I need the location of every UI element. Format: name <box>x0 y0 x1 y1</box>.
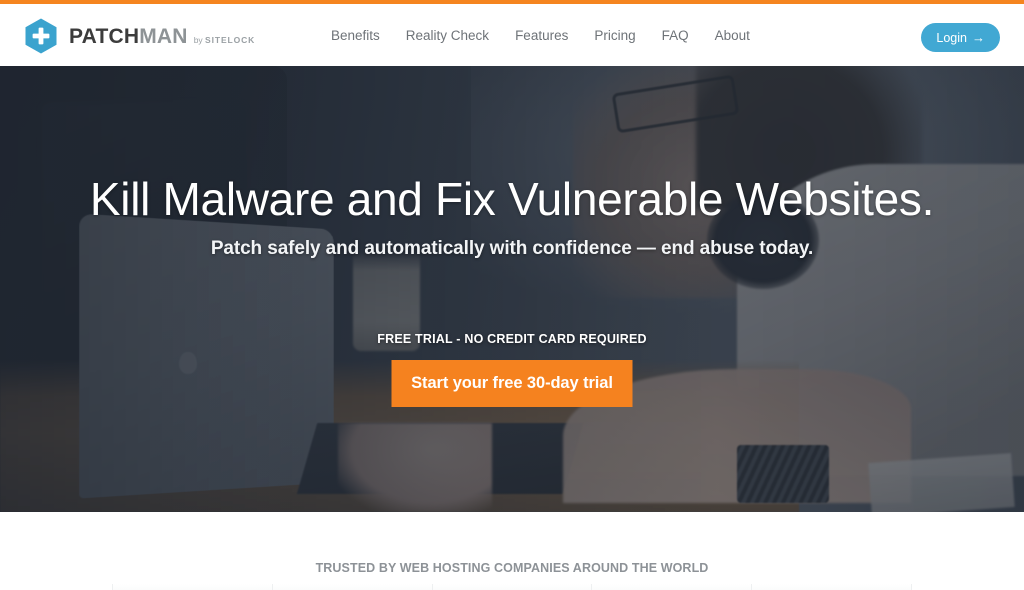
start-free-trial-button[interactable]: Start your free 30-day trial <box>391 360 633 407</box>
trusted-by-title: TRUSTED BY WEB HOSTING COMPANIES AROUND … <box>315 561 709 575</box>
nav-item-reality-check[interactable]: Reality Check <box>393 22 502 49</box>
brand-tagline: by SITELOCK <box>194 35 256 45</box>
hero-subheadline: Patch safely and automatically with conf… <box>210 238 814 259</box>
nav-item-about[interactable]: About <box>702 22 763 49</box>
hero-trial-note: FREE TRIAL - NO CREDIT CARD REQUIRED <box>377 332 647 346</box>
partner-logo-slot[interactable] <box>591 584 752 590</box>
main-navigation: Benefits Reality Check Features Pricing … <box>318 4 763 66</box>
hero-content: Kill Malware and Fix Vulnerable Websites… <box>0 66 1024 512</box>
brand-logo[interactable]: PATCHMAN by SITELOCK <box>22 16 255 56</box>
site-header: PATCHMAN by SITELOCK Benefits Reality Ch… <box>0 4 1024 66</box>
nav-item-faq[interactable]: FAQ <box>649 22 702 49</box>
partner-logo-slot[interactable] <box>112 584 272 590</box>
nav-item-benefits[interactable]: Benefits <box>318 22 393 49</box>
brand-name-first: PATCH <box>69 25 140 48</box>
brand-tagline-prefix: by <box>193 35 206 45</box>
hero-headline: Kill Malware and Fix Vulnerable Websites… <box>89 173 935 225</box>
partner-logo-slot[interactable] <box>271 584 432 590</box>
nav-item-pricing[interactable]: Pricing <box>581 22 648 49</box>
brand-wordmark: PATCHMAN by SITELOCK <box>69 25 255 47</box>
nav-item-features[interactable]: Features <box>502 22 581 49</box>
arrow-right-icon: → <box>972 30 985 45</box>
hero-section: Kill Malware and Fix Vulnerable Websites… <box>0 66 1024 512</box>
partner-logo-slot[interactable] <box>751 584 912 590</box>
login-button-label: Login <box>936 30 967 45</box>
partner-logo-slot[interactable] <box>431 584 592 590</box>
brand-tagline-name: SITELOCK <box>205 35 256 45</box>
hexagon-plus-icon <box>22 17 60 55</box>
brand-name-second: MAN <box>139 25 188 48</box>
login-button[interactable]: Login → <box>921 23 1000 52</box>
partner-logo-strip <box>112 584 912 590</box>
trusted-by-section: TRUSTED BY WEB HOSTING COMPANIES AROUND … <box>0 512 1024 590</box>
